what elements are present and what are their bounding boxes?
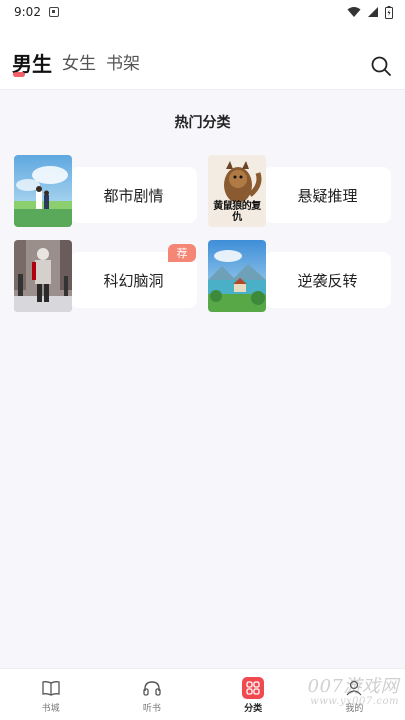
tab-male[interactable]: 男生 (12, 52, 52, 77)
tab-bookshelf[interactable]: 书架 (106, 52, 140, 76)
status-time: 9:02 (14, 5, 41, 19)
watermark-url: www.yx007.com (310, 696, 399, 707)
cover-image (208, 240, 266, 312)
cover-image (14, 155, 72, 227)
section-title: 热门分类 (174, 115, 231, 131)
category-label: 逆袭反转 (297, 271, 358, 290)
cover-image: 黄鼠狼的复仇 (208, 155, 266, 227)
search-icon[interactable] (369, 54, 393, 78)
recommend-badge: 荐 (168, 244, 196, 262)
nav-label: 分类 (244, 704, 263, 714)
cover-image (14, 240, 72, 312)
notification-icon (48, 7, 59, 17)
status-icons (347, 5, 393, 19)
watermark: 007游戏网 www.yx007.com (308, 672, 399, 707)
wifi-icon (347, 7, 361, 17)
grid-icon (242, 677, 265, 699)
cover-title: 黄鼠狼的复仇 (213, 201, 261, 223)
category-card-reversal[interactable]: 逆袭反转 (208, 240, 391, 312)
nav-item-categories[interactable]: 分类 (203, 669, 304, 720)
category-card-urban[interactable]: 都市剧情 (14, 155, 197, 227)
headphones-icon (141, 677, 163, 699)
signal-icon (368, 7, 378, 17)
top-bar: 男生 女生 书架 (0, 24, 405, 90)
battery-icon (385, 5, 393, 19)
category-card-mystery[interactable]: 黄鼠狼的复仇 悬疑推理 (208, 155, 391, 227)
book-icon (40, 677, 62, 699)
watermark-text: 007游戏网 (307, 676, 399, 697)
status-bar: 9:02 (0, 0, 405, 24)
nav-label: 听书 (142, 704, 161, 714)
category-label: 悬疑推理 (297, 186, 358, 205)
tab-list: 男生 女生 书架 (12, 52, 140, 77)
nav-item-audiobooks[interactable]: 听书 (101, 669, 202, 720)
tab-female[interactable]: 女生 (62, 52, 96, 76)
category-label: 都市剧情 (103, 186, 164, 205)
nav-item-bookstore[interactable]: 书城 (0, 669, 101, 720)
nav-label: 书城 (41, 704, 60, 714)
